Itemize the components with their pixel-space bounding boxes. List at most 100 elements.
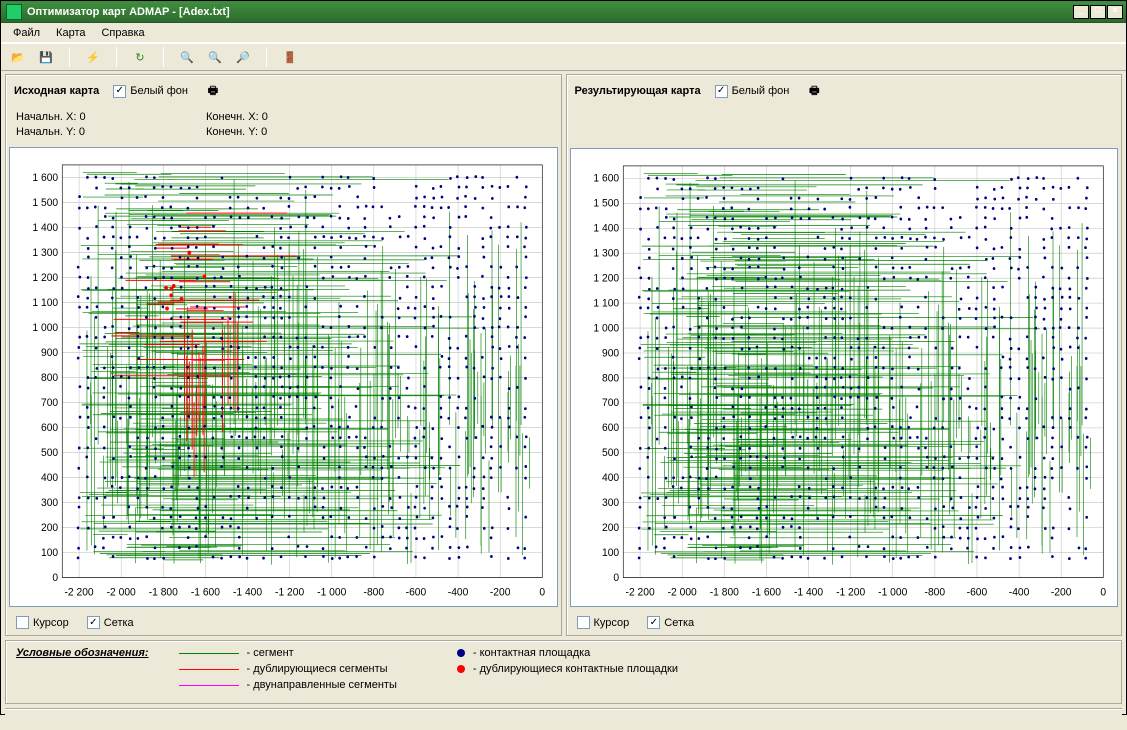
result-chart-wrap: -2 200-2 000-1 800-1 600-1 400-1 200-1 0…	[570, 148, 1119, 607]
source-print-button[interactable]: 🖶	[202, 80, 224, 102]
svg-text:-1 800: -1 800	[709, 586, 738, 598]
start-y-label: Начальн. Y: 0	[16, 126, 196, 138]
segment-line-icon	[179, 653, 239, 654]
source-white-bg-checkbox[interactable]: ✓ Белый фон	[113, 85, 188, 98]
cursor-label: Курсор	[33, 617, 69, 629]
svg-text:300: 300	[41, 496, 58, 508]
zoom-fit-icon: 🔎	[236, 51, 250, 64]
result-white-bg-checkbox[interactable]: ✓ Белый фон	[715, 85, 790, 98]
close-button[interactable]: ×	[1107, 5, 1123, 19]
svg-text:1 400: 1 400	[32, 221, 58, 233]
zoom-in-icon: 🔍	[180, 51, 194, 64]
source-grid-checkbox[interactable]: ✓ Сетка	[87, 616, 134, 629]
svg-text:-1 200: -1 200	[275, 586, 304, 598]
title-bar: Оптимизатор карт ADMAP - [Adex.txt] _ □ …	[1, 1, 1126, 23]
menu-map[interactable]: Карта	[48, 25, 93, 41]
checkbox-icon: ✓	[113, 85, 126, 98]
result-title: Результирующая карта	[575, 85, 701, 97]
save-button[interactable]: 💾	[35, 46, 57, 68]
svg-text:1 300: 1 300	[32, 246, 58, 258]
menu-file[interactable]: Файл	[5, 25, 48, 41]
svg-text:0: 0	[1100, 586, 1106, 598]
svg-text:400: 400	[41, 471, 58, 483]
result-print-button[interactable]: 🖶	[803, 80, 825, 102]
svg-text:1 600: 1 600	[593, 172, 619, 184]
dup-segment-line-icon	[179, 669, 239, 670]
svg-text:1 500: 1 500	[32, 196, 58, 208]
svg-text:500: 500	[41, 446, 58, 458]
svg-text:500: 500	[602, 447, 619, 459]
svg-text:900: 900	[41, 346, 58, 358]
minimize-button[interactable]: _	[1073, 5, 1089, 19]
zoom-out-icon: 🔍	[208, 51, 222, 64]
app-icon	[6, 4, 22, 20]
svg-text:-1 800: -1 800	[149, 586, 178, 598]
checkbox-icon: ✓	[87, 616, 100, 629]
svg-text:0: 0	[539, 586, 545, 598]
refresh-icon: ↻	[135, 51, 144, 64]
svg-text:300: 300	[602, 497, 619, 509]
svg-text:200: 200	[41, 521, 58, 533]
maximize-button[interactable]: □	[1090, 5, 1106, 19]
source-panel: Исходная карта ✓ Белый фон 🖶 Начальн. X:…	[5, 74, 562, 636]
exit-icon: 🚪	[283, 51, 297, 64]
svg-text:-600: -600	[966, 586, 987, 598]
svg-text:-2 000: -2 000	[667, 586, 696, 598]
result-cursor-checkbox[interactable]: Курсор	[577, 616, 630, 629]
result-chart[interactable]: -2 200-2 000-1 800-1 600-1 400-1 200-1 0…	[577, 157, 1112, 602]
open-button[interactable]: 📂	[7, 46, 29, 68]
lightning-icon: ⚡	[86, 51, 100, 64]
svg-text:1 500: 1 500	[593, 197, 619, 209]
svg-text:-2 200: -2 200	[625, 586, 654, 598]
svg-text:-1 400: -1 400	[793, 586, 822, 598]
source-chart[interactable]: -2 200-2 000-1 800-1 600-1 400-1 200-1 0…	[16, 156, 551, 602]
main-area: Исходная карта ✓ Белый фон 🖶 Начальн. X:…	[1, 71, 1126, 636]
source-title: Исходная карта	[14, 85, 99, 97]
result-panel: Результирующая карта ✓ Белый фон 🖶 -2 20…	[566, 74, 1123, 636]
svg-text:-1 600: -1 600	[191, 586, 220, 598]
cursor-label: Курсор	[594, 617, 630, 629]
svg-text:1 100: 1 100	[593, 297, 619, 309]
svg-text:-200: -200	[1050, 586, 1071, 598]
svg-text:-2 000: -2 000	[107, 586, 136, 598]
svg-text:600: 600	[602, 422, 619, 434]
legend-panel: Условные обозначения: - сегмент - дублир…	[5, 640, 1122, 704]
source-cursor-checkbox[interactable]: Курсор	[16, 616, 69, 629]
zoom-fit-button[interactable]: 🔎	[232, 46, 254, 68]
menu-bar: Файл Карта Справка	[1, 23, 1126, 43]
legend-pad: - контактная площадка	[473, 647, 590, 659]
checkbox-icon: ✓	[647, 616, 660, 629]
svg-text:700: 700	[602, 397, 619, 409]
svg-text:-400: -400	[1008, 586, 1029, 598]
end-x-label: Конечн. X: 0	[206, 111, 268, 123]
checkbox-icon	[577, 616, 590, 629]
svg-text:-400: -400	[448, 586, 469, 598]
svg-text:600: 600	[41, 421, 58, 433]
svg-text:-1 200: -1 200	[836, 586, 865, 598]
menu-help[interactable]: Справка	[93, 25, 152, 41]
print-icon: 🖶	[208, 82, 218, 101]
svg-text:400: 400	[602, 472, 619, 484]
exit-button[interactable]: 🚪	[279, 46, 301, 68]
coords-block: Начальн. X: 0 Начальн. Y: 0 Конечн. X: 0…	[6, 107, 561, 144]
svg-text:-800: -800	[364, 586, 385, 598]
svg-text:0: 0	[52, 571, 58, 583]
dup-pad-dot-icon	[457, 665, 465, 673]
end-y-label: Конечн. Y: 0	[206, 126, 268, 138]
svg-text:-600: -600	[406, 586, 427, 598]
svg-text:1 200: 1 200	[32, 271, 58, 283]
checkbox-icon: ✓	[715, 85, 728, 98]
zoom-out-button[interactable]: 🔍	[204, 46, 226, 68]
svg-text:-200: -200	[490, 586, 511, 598]
svg-text:200: 200	[602, 522, 619, 534]
refresh-button[interactable]: ↻	[129, 46, 151, 68]
svg-text:0: 0	[613, 572, 619, 584]
zoom-in-button[interactable]: 🔍	[176, 46, 198, 68]
svg-text:1 100: 1 100	[32, 296, 58, 308]
legend-segment: - сегмент	[247, 647, 294, 659]
folder-open-icon: 📂	[11, 51, 25, 64]
result-grid-checkbox[interactable]: ✓ Сетка	[647, 616, 694, 629]
svg-text:-1 400: -1 400	[233, 586, 262, 598]
run-button[interactable]: ⚡	[82, 46, 104, 68]
floppy-icon: 💾	[39, 51, 53, 64]
